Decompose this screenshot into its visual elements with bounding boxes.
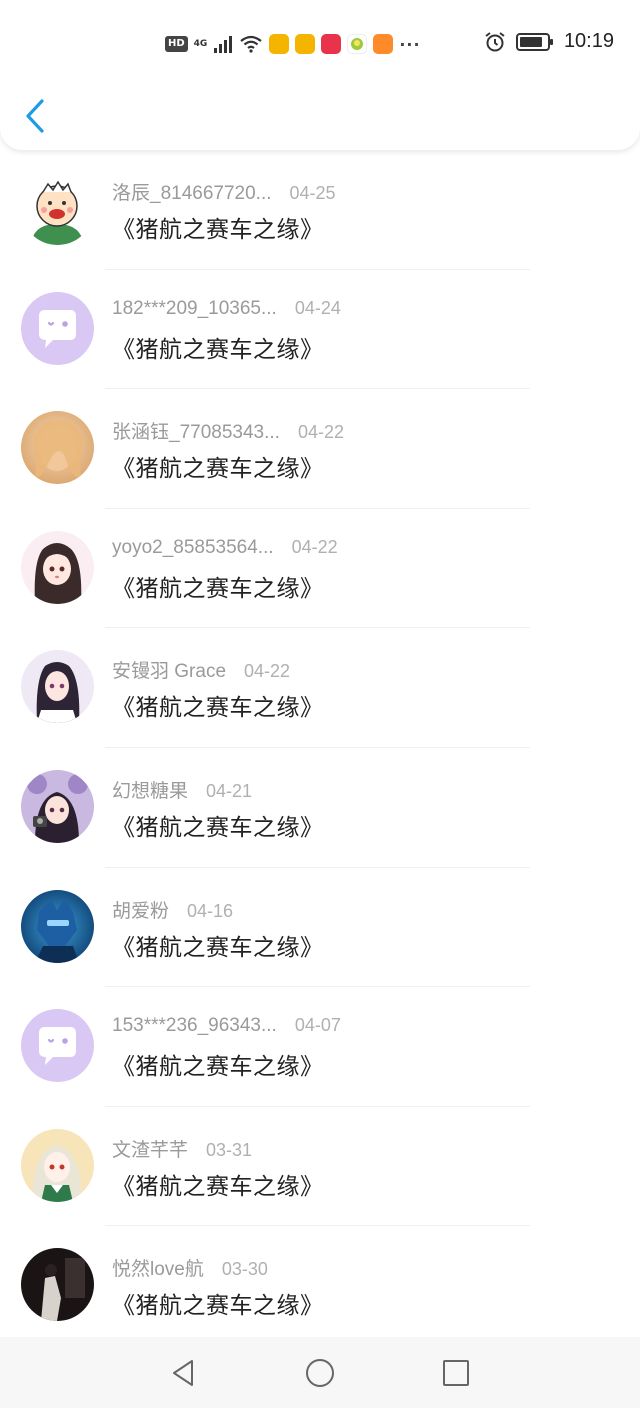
date: 04-22	[297, 422, 344, 443]
circle-home-icon[interactable]	[304, 1357, 336, 1389]
avatar[interactable]	[21, 889, 94, 963]
top-header: HD 4G ··· 10:19	[0, 0, 640, 150]
date: 04-24	[294, 297, 341, 318]
clock: 10:19	[563, 30, 614, 52]
chick-app-icon	[347, 34, 368, 54]
weibo-app-icon	[269, 34, 290, 54]
avatar[interactable]	[21, 650, 94, 724]
square-recents-icon[interactable]	[440, 1357, 472, 1389]
list-item[interactable]: yoyo2_85853564... 04-22 《猪航之赛车之缘》	[0, 509, 640, 629]
default-avatar[interactable]	[21, 1009, 94, 1083]
date: 03-30	[221, 1259, 268, 1280]
system-nav-bar	[0, 1337, 640, 1408]
book-title: 《猪航之赛车之缘》	[112, 1173, 324, 1200]
date: 04-07	[294, 1015, 341, 1036]
battery-icon	[515, 32, 553, 51]
date: 04-22	[291, 536, 338, 557]
date: 04-22	[244, 661, 291, 682]
user-name: 张涵钰_77085343...	[112, 422, 280, 444]
more-notifications-icon: ···	[399, 34, 421, 54]
date: 04-16	[187, 900, 234, 921]
book-title: 《猪航之赛车之缘》	[112, 1293, 324, 1320]
list-item[interactable]: 安镘羽 Grace 04-22 《猪航之赛车之缘》	[0, 628, 640, 748]
list-item[interactable]: 182***209_10365... 04-24 《猪航之赛车之缘》	[0, 270, 640, 390]
book-title: 《猪航之赛车之缘》	[112, 217, 324, 243]
status-bar: HD 4G ··· 10:19	[0, 30, 640, 60]
avatar[interactable]	[21, 411, 94, 485]
user-name: 153***236_96343...	[112, 1015, 277, 1037]
list-item[interactable]: 洛辰_814667720... 04-25 《猪航之赛车之缘》	[0, 150, 640, 270]
user-name: 安镘羽 Grace	[112, 661, 227, 683]
user-name: yoyo2_85853564...	[112, 536, 274, 558]
date: 04-21	[206, 780, 253, 801]
list-item[interactable]: 文渣芊芊 03-31 《猪航之赛车之缘》	[0, 1107, 640, 1227]
reader-list: 洛辰_814667720... 04-25 《猪航之赛车之缘》 182***209…	[0, 150, 640, 1346]
book-title: 《猪航之赛车之缘》	[112, 695, 324, 722]
orange-app-icon	[373, 34, 394, 54]
user-name: 幻想糖果	[112, 780, 189, 802]
user-name: 洛辰_814667720...	[112, 183, 272, 204]
book-title: 《猪航之赛车之缘》	[112, 336, 324, 363]
back-button[interactable]	[22, 98, 50, 134]
book-title: 《猪航之赛车之缘》	[112, 456, 324, 483]
network-type: 4G	[193, 38, 208, 49]
date: 03-31	[206, 1139, 253, 1160]
book-title: 《猪航之赛车之缘》	[112, 1054, 324, 1081]
list-item[interactable]: 张涵钰_77085343... 04-22 《猪航之赛车之缘》	[0, 389, 640, 509]
signal-icon	[214, 36, 233, 53]
list-item[interactable]: 胡爱粉 04-16 《猪航之赛车之缘》	[0, 868, 640, 988]
reader-app-icon	[321, 34, 342, 54]
default-avatar[interactable]	[21, 291, 94, 365]
avatar[interactable]	[21, 769, 94, 843]
avatar[interactable]	[21, 530, 94, 604]
user-name: 182***209_10365...	[112, 297, 277, 319]
date: 04-25	[289, 183, 336, 203]
list-item[interactable]: 悦然love航 03-30 《猪航之赛车之缘》	[0, 1226, 640, 1346]
user-name: 文渣芊芊	[112, 1139, 189, 1161]
wifi-icon	[240, 35, 263, 53]
book-title: 《猪航之赛车之缘》	[112, 814, 324, 841]
book-title: 《猪航之赛车之缘》	[112, 934, 324, 961]
hd-badge: HD	[165, 36, 188, 52]
user-name: 悦然love航	[112, 1259, 204, 1281]
weibo-app-icon-2	[295, 34, 316, 54]
user-name: 胡爱粉	[112, 900, 170, 922]
list-item[interactable]: 幻想糖果 04-21 《猪航之赛车之缘》	[0, 748, 640, 868]
avatar[interactable]	[21, 172, 94, 245]
avatar[interactable]	[21, 1248, 94, 1322]
avatar[interactable]	[21, 1128, 94, 1202]
alarm-icon	[485, 31, 505, 51]
list-item[interactable]: 153***236_96343... 04-07 《猪航之赛车之缘》	[0, 987, 640, 1107]
triangle-back-icon[interactable]	[168, 1357, 200, 1389]
book-title: 《猪航之赛车之缘》	[112, 575, 324, 602]
